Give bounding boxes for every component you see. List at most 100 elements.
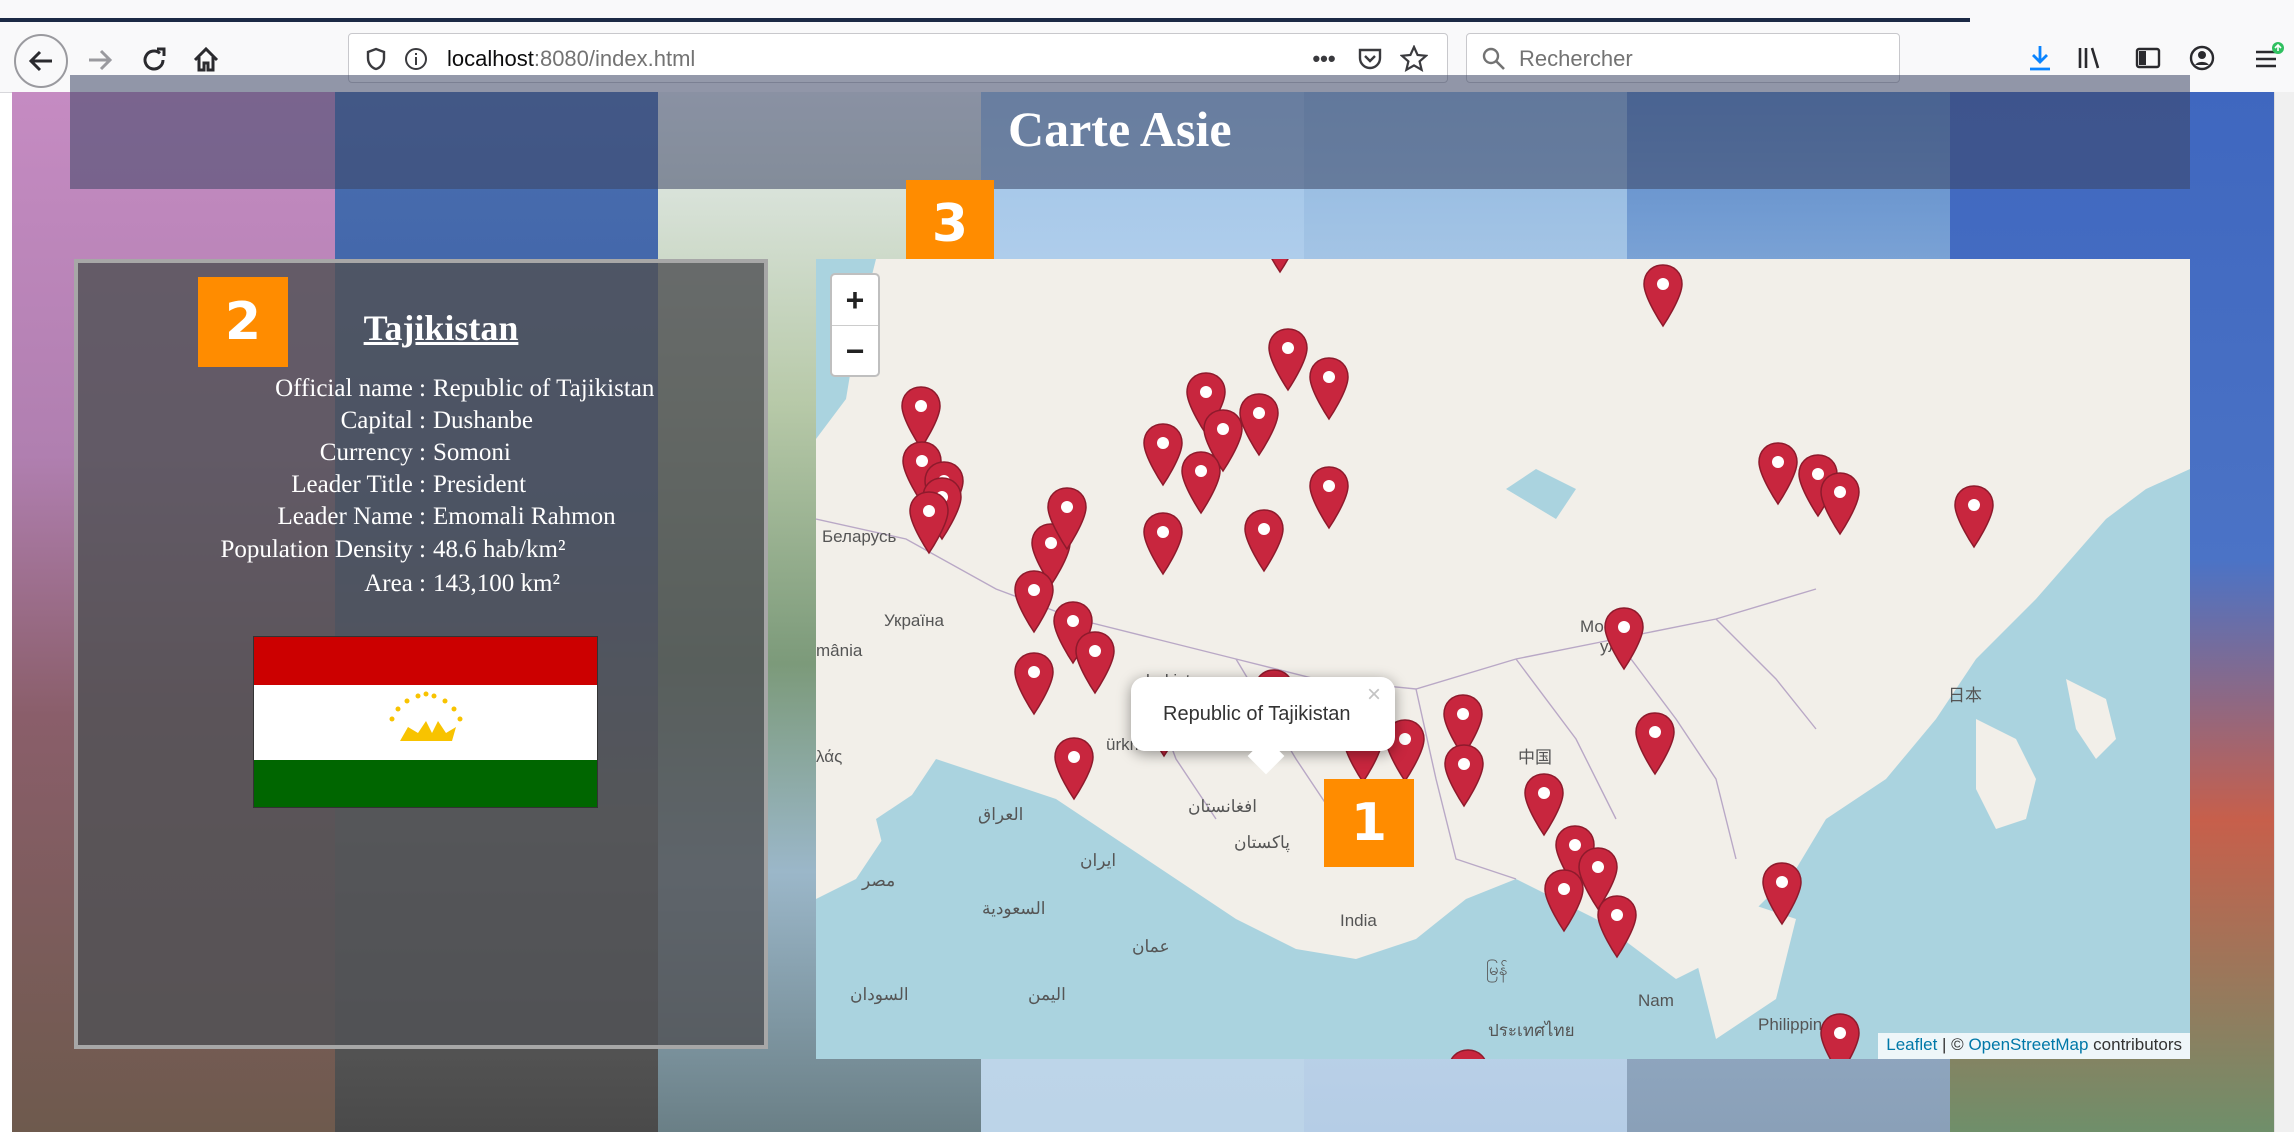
info-row-currency: Currency : Somoni [78,437,772,469]
map-label: پاکستان [1234,833,1290,852]
info-row-capital: Capital : Dushanbe [78,405,772,437]
downloads-icon[interactable] [2018,36,2062,80]
arrow-right-icon [89,49,113,71]
map-label: السودان [850,985,909,1004]
pocket-icon[interactable] [1353,42,1387,76]
map-marker-icon[interactable] [1012,651,1056,717]
map-marker-icon[interactable] [1818,471,1862,537]
map-label: السعودية [982,899,1046,918]
map-label: India [1340,911,1377,930]
reload-icon [143,47,166,71]
map-label: عمان [1132,937,1170,956]
info-icon[interactable] [399,42,433,76]
map-label: Nam [1638,991,1674,1010]
map-marker-icon[interactable] [1073,630,1117,696]
info-row-leader-title: Leader Title : President [78,469,772,501]
map-marker-icon[interactable] [1818,1012,1862,1059]
back-button[interactable] [14,34,68,88]
map-label: ประเทศไทย [1488,1021,1575,1040]
map-marker-icon[interactable] [1307,465,1351,531]
page-actions-icon[interactable]: ••• [1307,42,1341,76]
search-icon [1477,42,1511,76]
map-label: العراق [978,805,1024,824]
map-marker-icon[interactable] [1633,711,1677,777]
info-label: Official name : [275,375,426,402]
flag-stripe-red [254,637,597,685]
map-marker-icon[interactable] [1602,606,1646,672]
info-row-population-density: Population Density : 48.6 hab/km² [78,534,772,566]
map-marker-icon[interactable] [1756,441,1800,507]
map-marker-icon[interactable] [1141,511,1185,577]
bookmark-star-icon[interactable] [1397,42,1431,76]
map-marker-icon[interactable] [1258,259,1302,275]
flag-stripe-green [254,760,597,807]
map-label: 中国 [1518,748,1552,767]
map-label: မြန် [1486,960,1508,979]
map-label: 日本 [1948,686,1982,705]
search-input[interactable]: Rechercher [1519,46,1633,72]
active-tab-indicator [0,18,1970,22]
map-label: مصر [862,871,896,890]
map-marker-icon[interactable] [1595,894,1639,960]
sidebar-icon[interactable] [2126,36,2170,80]
map-marker-icon[interactable] [1179,450,1223,516]
map-label: mânia [816,641,863,660]
info-label: Leader Name : [277,503,426,530]
info-label: Area : [364,570,426,597]
asia-map[interactable]: + − Беларусь Україна mânia λάς bekistо ü… [816,259,2190,1059]
info-value: 143,100 km² [433,570,560,597]
country-info-panel: 2 Tajikistan Official name : Republic of… [74,259,768,1049]
map-marker-icon[interactable] [1012,569,1056,635]
info-label: Capital : [340,407,426,434]
info-row-area: Area : 143,100 km² [78,568,772,600]
map-label: λάς [816,747,843,766]
zoom-control: + − [830,273,880,377]
map-label: ایران [1080,851,1117,870]
map-marker-icon[interactable] [1307,356,1351,422]
info-row-leader-name: Leader Name : Emomali Rahmon [78,501,772,533]
info-value: Dushanbe [433,407,533,434]
attribution-tail: contributors [2088,1035,2182,1054]
popup-text: Republic of Tajikistan [1163,703,1351,725]
url-text[interactable]: localhost:8080/index.html [447,46,695,72]
country-name: Tajikistan [363,308,519,348]
badge-map: 1 [1324,779,1414,867]
map-popup: Republic of Tajikistan × [1131,677,1395,775]
menu-icon[interactable] [2246,36,2290,80]
map-attribution: Leaflet | © OpenStreetMap contributors [1878,1033,2190,1059]
map-marker-icon[interactable] [1952,484,1996,550]
map-label: اليمن [1028,985,1066,1004]
info-row-official-name: Official name : Republic of Tajikistan [78,373,772,405]
info-value: President [433,471,527,498]
account-icon[interactable] [2180,36,2224,80]
shield-icon[interactable] [359,42,393,76]
map-marker-icon[interactable] [1242,508,1286,574]
zoom-in-button[interactable]: + [832,275,878,326]
info-value: Emomali Rahmon [433,503,616,530]
arrow-left-icon [28,50,52,72]
home-icon [193,46,219,72]
map-label: Беларусь [822,527,897,546]
map-label: افغانستان [1188,797,1257,816]
map-marker-icon[interactable] [1641,263,1685,329]
map-marker-icon[interactable] [1052,736,1096,802]
badge-title: 3 [906,180,994,268]
map-marker-icon[interactable] [907,490,951,556]
page-title: Carte Asie [1008,101,1232,157]
map-marker-icon[interactable] [1442,743,1486,809]
map-marker-icon[interactable] [1266,327,1310,393]
info-label: Leader Title : [291,471,426,498]
map-label: Україна [884,611,944,630]
info-label: Currency : [319,439,426,466]
leaflet-link[interactable]: Leaflet [1886,1035,1937,1054]
map-marker-icon[interactable] [1045,486,1089,552]
scrollbar[interactable] [2274,92,2294,1132]
info-value: 48.6 hab/km² [433,536,566,563]
map-marker-icon[interactable] [1446,1048,1490,1059]
popup-close-button[interactable]: × [1367,681,1381,709]
info-value: Somoni [433,439,511,466]
library-icon[interactable] [2068,36,2112,80]
osm-link[interactable]: OpenStreetMap [1968,1035,2088,1054]
zoom-out-button[interactable]: − [832,326,878,376]
map-marker-icon[interactable] [1760,861,1804,927]
